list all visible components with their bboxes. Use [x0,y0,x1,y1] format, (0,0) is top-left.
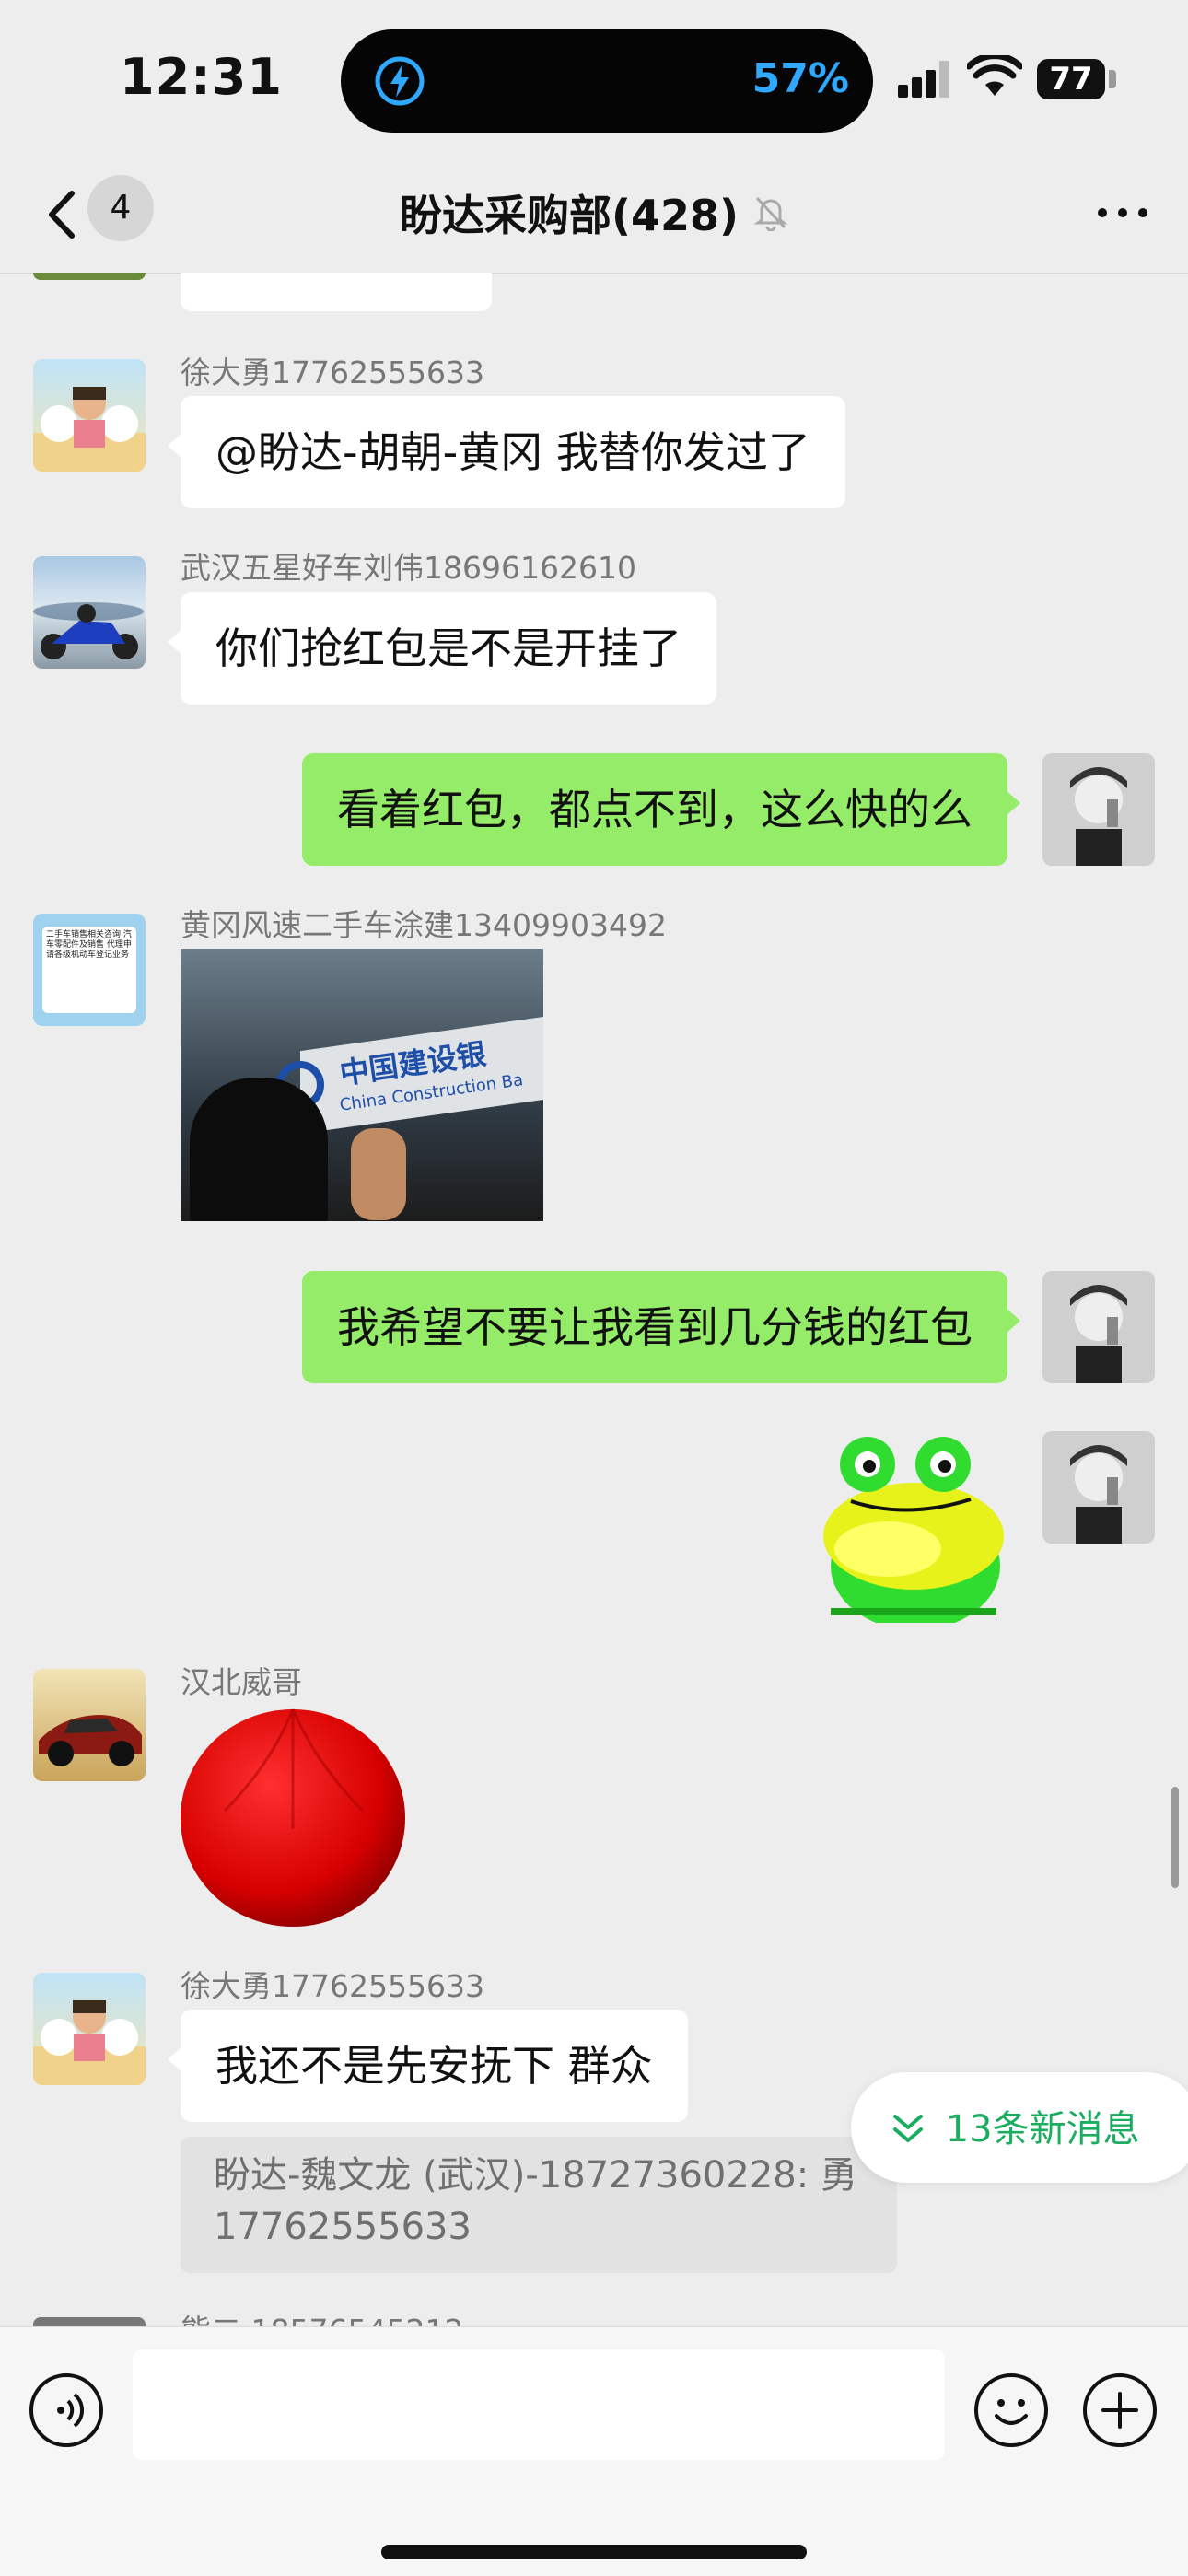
wifi-icon [967,55,1022,96]
home-indicator [381,2545,807,2559]
avatar-note-card: 二手车销售相关咨询 汽车零配件及销售 代理申请各级机动车登记业务 [42,927,136,1013]
plus-icon[interactable] [1083,2373,1157,2447]
sender-name: 汉北威哥 [181,1664,302,1700]
mute-bell-icon [753,196,788,231]
avatar[interactable] [33,1973,146,2085]
my-avatar[interactable] [1042,1431,1155,1544]
partial-prev-avatar [33,273,146,280]
double-chevron-down-icon [893,2115,923,2142]
emoji-icon[interactable] [974,2373,1048,2447]
message-bubble[interactable]: 你们抢红包是不是开挂了 [168,592,716,705]
message-input[interactable] [133,2349,945,2460]
status-bar: 12:31 57% 77 [0,0,1188,157]
avatar[interactable] [33,556,146,669]
image-message[interactable]: 中国建设银 China Construction Ba [181,949,543,1221]
input-bar [0,2326,1188,2576]
sender-name: 徐大勇17762555633 [181,1968,484,2004]
voice-icon[interactable] [29,2373,103,2447]
my-message-bubble[interactable]: 看着红包，都点不到，这么快的么 [302,753,1020,866]
avatar[interactable] [33,359,146,472]
my-avatar[interactable] [1042,753,1155,866]
chat-title[interactable]: 盼达采购部(428) [400,182,739,243]
chat-header: 4 盼达采购部(428) [0,157,1188,274]
sender-name-partial: 熊二 18576545212 [181,2306,463,2326]
message-bubble[interactable]: @盼达-胡朝-黄冈 我替你发过了 [168,396,845,508]
sender-name: 武汉五星好车刘伟18696162610 [181,550,636,586]
thumbs-up-hand [351,1128,406,1220]
my-message-bubble[interactable]: 我希望不要让我看到几分钱的红包 [302,1271,1020,1383]
chat-title-row: 盼达采购部(428) [0,182,1188,243]
battery-tip [1109,70,1116,88]
avatar[interactable]: 二手车销售相关咨询 汽车零配件及销售 代理申请各级机动车登记业务 [33,914,146,1026]
red-bun-sticker[interactable] [179,1700,409,1930]
sender-name: 黄冈风速二手车涂建13409903492 [181,907,667,943]
battery-icon: 77 [1037,59,1105,99]
new-messages-button[interactable]: 13条新消息 [851,2072,1188,2183]
bolt-icon [375,56,425,106]
quoted-message[interactable]: 盼达-魏文龙 (武汉)-18727360228: 勇 17762555633 [181,2137,897,2273]
message-bubble[interactable]: 我还不是先安抚下 群众 [168,2010,688,2122]
avatar[interactable] [33,1669,146,1781]
partial-next-avatar [33,2317,146,2326]
masked-person [190,1078,328,1221]
frog-sticker[interactable] [814,1428,1009,1623]
sender-name: 徐大勇17762555633 [181,355,484,390]
island-battery-percent: 57% [751,55,849,102]
my-avatar[interactable] [1042,1271,1155,1383]
signal-icon [898,61,949,98]
dynamic-island: 57% [341,29,873,133]
partial-prev-bubble [181,273,492,311]
more-icon[interactable] [1090,184,1155,239]
new-messages-label: 13条新消息 [945,2108,1140,2151]
status-time: 12:31 [120,48,283,106]
scrollbar[interactable] [1171,1787,1179,1888]
